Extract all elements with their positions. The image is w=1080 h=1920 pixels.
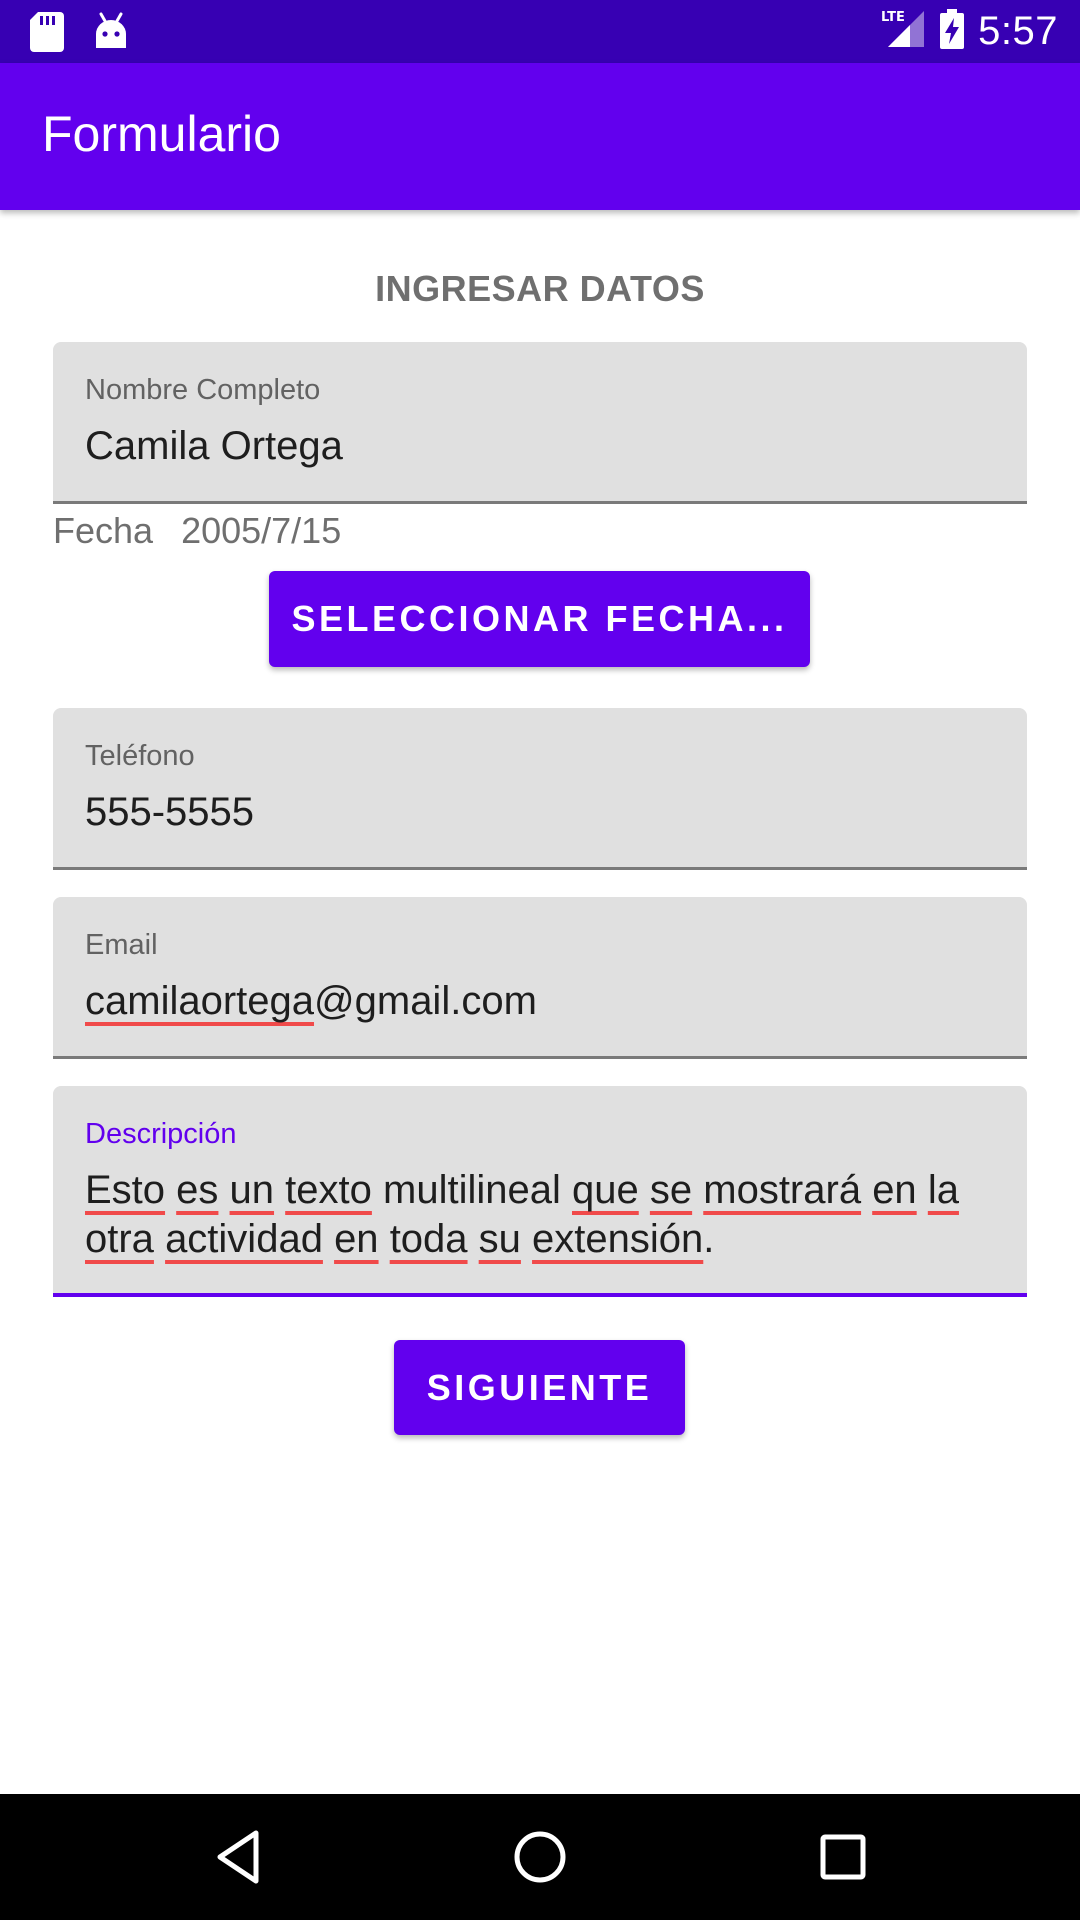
- phone-field[interactable]: Teléfono 555-5555: [53, 708, 1027, 870]
- name-field[interactable]: Nombre Completo Camila Ortega: [53, 342, 1027, 504]
- description-word: multilineal: [383, 1168, 561, 1212]
- description-word: en: [872, 1168, 917, 1212]
- name-field-label: Nombre Completo: [85, 374, 321, 406]
- date-row: Fecha 2005/7/15: [53, 510, 341, 552]
- description-word: extensión: [532, 1217, 704, 1261]
- description-field[interactable]: Descripción Esto es un texto multilineal…: [53, 1086, 1027, 1297]
- phone-field-value: 555-5555: [85, 790, 255, 834]
- phone-field-label: Teléfono: [85, 740, 195, 772]
- sd-card-icon: [30, 12, 64, 57]
- section-heading: INGRESAR DATOS: [375, 268, 705, 309]
- network-type-label: LTE: [881, 10, 905, 25]
- screen: LTE 5:57 Formulario INGRESAR DATOS Nombr…: [0, 0, 1080, 1920]
- description-word: .: [703, 1217, 715, 1261]
- description-word: en: [334, 1217, 379, 1261]
- description-word: se: [649, 1168, 693, 1212]
- android-debug-icon: [94, 12, 128, 57]
- status-bar: LTE 5:57: [0, 0, 1080, 63]
- description-word: otra: [85, 1217, 154, 1261]
- recents-icon[interactable]: [813, 1827, 873, 1887]
- description-word: un: [229, 1168, 275, 1212]
- battery-charging-icon: [940, 9, 965, 54]
- status-time: 5:57: [978, 9, 1058, 53]
- email-field-value: camilaortega@gmail.com: [85, 977, 995, 1026]
- select-date-button[interactable]: SELECCIONAR FECHA...: [269, 571, 810, 667]
- description-word: toda: [389, 1217, 468, 1261]
- email-domain-part: @gmail.com: [314, 979, 537, 1023]
- description-word: su: [478, 1217, 521, 1261]
- navigation-bar: [0, 1794, 1080, 1920]
- description-word: Esto: [85, 1168, 166, 1212]
- description-word: la: [927, 1168, 959, 1212]
- home-icon[interactable]: [510, 1827, 570, 1887]
- next-button[interactable]: SIGUIENTE: [394, 1340, 685, 1435]
- app-bar: Formulario: [0, 63, 1080, 210]
- lte-signal-icon: LTE: [880, 9, 926, 54]
- email-field[interactable]: Email camilaortega@gmail.com: [53, 897, 1027, 1059]
- app-title: Formulario: [42, 106, 281, 162]
- date-label: Fecha: [53, 510, 154, 551]
- description-word: actividad: [165, 1217, 323, 1261]
- description-word: mostrará: [703, 1168, 862, 1212]
- date-value: 2005/7/15: [181, 510, 342, 551]
- description-word: es: [176, 1168, 219, 1212]
- name-field-value: Camila Ortega: [85, 424, 343, 468]
- email-local-part: camilaortega: [85, 979, 315, 1023]
- description-word: texto: [285, 1168, 372, 1212]
- email-field-label: Email: [85, 929, 158, 961]
- description-field-value: Esto es un texto multilineal que se most…: [85, 1166, 995, 1264]
- description-word: que: [572, 1168, 639, 1212]
- back-icon[interactable]: [208, 1827, 268, 1887]
- description-field-label: Descripción: [85, 1118, 237, 1150]
